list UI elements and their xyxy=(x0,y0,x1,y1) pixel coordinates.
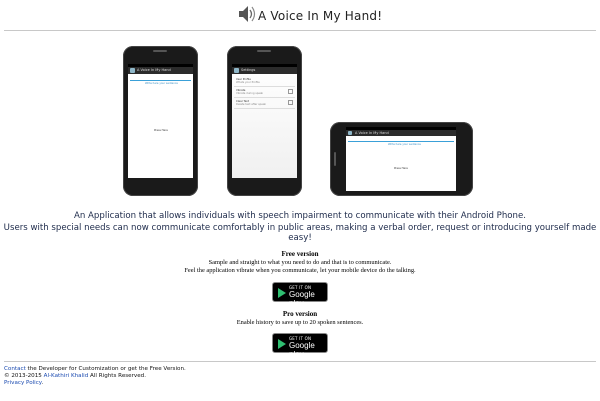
settings-row-sub: Whats your Profile xyxy=(236,81,260,84)
phone-speaker xyxy=(257,50,271,52)
divider xyxy=(234,86,295,87)
divider xyxy=(4,361,596,362)
contact-link[interactable]: Contact xyxy=(4,366,26,372)
pro-version-line-1: Enable history to save up to 20 spoken s… xyxy=(236,319,364,326)
free-version-line-2: Feel the application vibrate when you co… xyxy=(184,267,416,274)
phone-screenshot-landscape: A Voice In My Hand Write here your sente… xyxy=(330,122,473,196)
footer-contact: Contact the Developer for Customization … xyxy=(4,366,186,372)
settings-row-sub: Vibrate during speak xyxy=(236,92,264,95)
phone-screen: Settings User Profile Whats your Profile… xyxy=(232,64,297,178)
phone-speaker xyxy=(334,152,336,166)
phone-screen: A Voice In My Hand Write here your sente… xyxy=(346,127,456,191)
divider xyxy=(234,97,295,98)
input-hint: Write here your sentence xyxy=(388,143,421,146)
copyright-suffix: All Rights Reserved. xyxy=(88,373,146,379)
checkbox-icon xyxy=(288,100,293,105)
description-line-2: Users with special needs can now communi… xyxy=(3,223,597,243)
badge-big-text: Google play xyxy=(289,341,315,359)
page-title: A Voice In My Hand! xyxy=(258,9,383,23)
app-bar-title: Settings xyxy=(241,68,256,72)
divider xyxy=(4,30,596,31)
privacy-policy-link[interactable]: Privacy Policy xyxy=(4,380,41,386)
speaker-icon xyxy=(239,6,256,22)
divider xyxy=(234,108,295,109)
phone-screenshot-settings: Settings User Profile Whats your Profile… xyxy=(227,46,302,196)
settings-row-sub: Delete text after speak xyxy=(236,103,266,106)
footer-privacy: Privacy Policy. xyxy=(4,380,43,386)
app-bar-title: A Voice In My Hand xyxy=(355,131,389,135)
press-here-text: Press Here xyxy=(154,129,168,132)
settings-app-icon xyxy=(234,68,239,73)
footer-contact-text: the Developer for Customization or get t… xyxy=(25,366,186,372)
app-bar: A Voice In My Hand xyxy=(346,130,456,136)
copyright-prefix: © 2013-2015 xyxy=(4,373,44,379)
badge-big-text: Google play xyxy=(289,290,315,308)
free-version-line-1: Sample and straight to what you need to … xyxy=(208,259,392,266)
input-underline xyxy=(348,141,454,142)
free-version-title: Free version xyxy=(281,250,319,258)
pro-version-title: Pro version xyxy=(282,310,318,318)
input-hint: Write here your sentence xyxy=(145,82,178,85)
privacy-dot: . xyxy=(41,380,44,386)
phone-speaker xyxy=(153,50,167,52)
author-link[interactable]: Al-Kathiri Khalid xyxy=(44,373,89,379)
checkbox-icon xyxy=(288,89,293,94)
app-icon xyxy=(348,131,352,135)
app-bar: A Voice In My Hand xyxy=(128,67,193,74)
description-line-1: An Application that allows individuals w… xyxy=(73,211,527,221)
phone-screen: A Voice In My Hand Write here your sente… xyxy=(128,64,193,178)
app-icon xyxy=(130,68,135,73)
google-play-button-pro[interactable]: GET IT ON Google play xyxy=(272,333,328,359)
input-underline xyxy=(130,80,191,81)
app-bar-title: A Voice In My Hand xyxy=(137,68,171,72)
header: A Voice In My Hand! xyxy=(0,0,600,30)
play-triangle-icon xyxy=(278,339,286,349)
play-triangle-icon xyxy=(278,288,286,298)
footer-copyright: © 2013-2015 Al-Kathiri Khalid All Rights… xyxy=(4,373,146,379)
app-bar: Settings xyxy=(232,67,297,74)
phone-screenshot-main: A Voice In My Hand Write here your sente… xyxy=(123,46,198,196)
google-play-button-free[interactable]: GET IT ON Google play xyxy=(272,282,328,308)
press-here-text: Press Here xyxy=(394,167,408,170)
